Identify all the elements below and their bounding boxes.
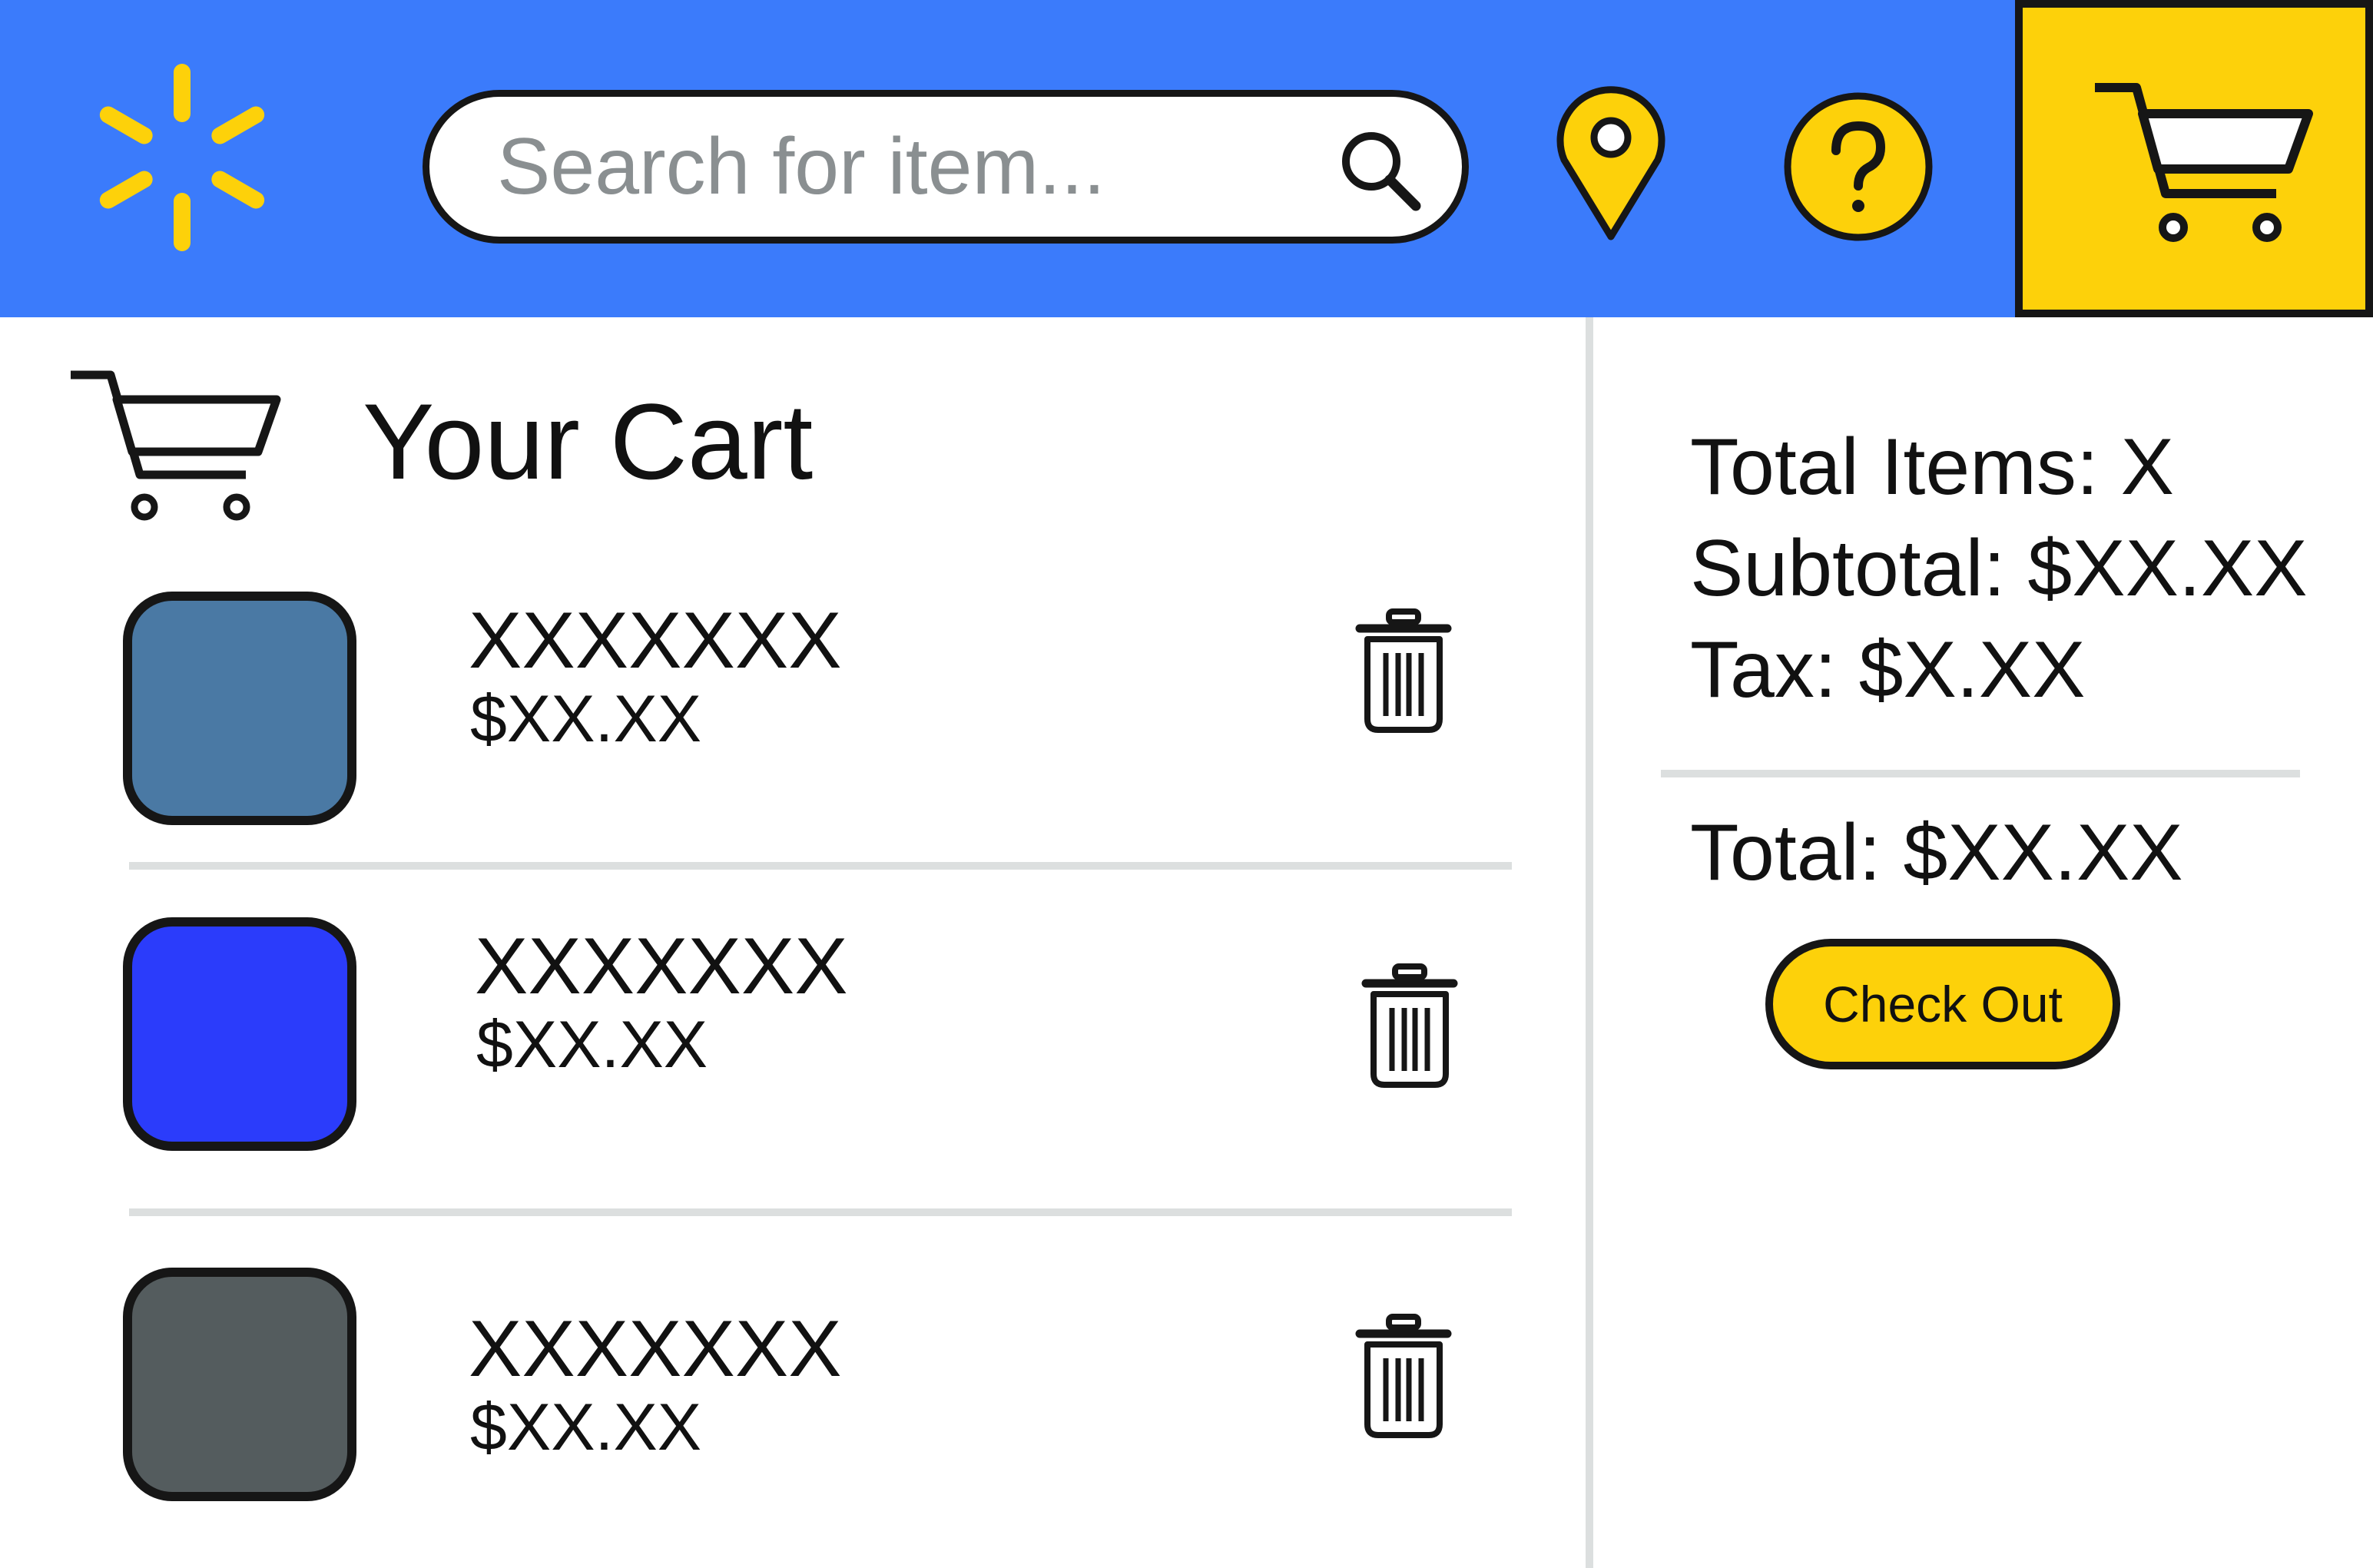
top-header: [0, 0, 2373, 317]
summary-divider: [1661, 770, 2300, 777]
cart-item: XXXXXXX $XX.XX: [0, 592, 1536, 837]
column-divider: [1586, 317, 1593, 1568]
total-text: Total: $XX.XX: [1690, 808, 2183, 897]
item-price: $XX.XX: [476, 1008, 708, 1082]
cart-item: XXXXXXX $XX.XX: [0, 1268, 1536, 1513]
search-bar: [423, 90, 1469, 244]
trash-icon[interactable]: [1354, 605, 1453, 736]
search-icon[interactable]: [1334, 124, 1425, 215]
trash-icon[interactable]: [1360, 960, 1460, 1091]
item-name[interactable]: XXXXXXX: [475, 923, 848, 1009]
item-thumbnail[interactable]: [123, 917, 356, 1151]
item-divider: [129, 862, 1512, 870]
item-name[interactable]: XXXXXXX: [469, 1306, 842, 1392]
help-icon[interactable]: [1782, 91, 1934, 243]
trash-icon[interactable]: [1354, 1311, 1453, 1441]
checkout-button[interactable]: Check Out: [1765, 939, 2120, 1069]
item-thumbnail[interactable]: [123, 1268, 356, 1501]
item-name[interactable]: XXXXXXX: [469, 598, 842, 684]
item-thumbnail[interactable]: [123, 592, 356, 825]
item-divider: [129, 1208, 1512, 1216]
cart-icon: [2095, 83, 2313, 242]
item-price: $XX.XX: [470, 1391, 702, 1464]
search-input[interactable]: [497, 117, 1265, 217]
location-pin-icon[interactable]: [1553, 86, 1669, 244]
tax-text: Tax: $X.XX: [1690, 625, 2086, 714]
cart-page: Your Cart XXXXXXX $XX.XX XXXXXXX $XX.XX: [0, 0, 2373, 1568]
total-items-text: Total Items: X: [1690, 423, 2174, 512]
cart-icon: [71, 370, 281, 521]
cart-item: XXXXXXX $XX.XX: [0, 917, 1536, 1163]
page-title: Your Cart: [363, 381, 814, 502]
header-cart-button[interactable]: [2015, 0, 2373, 317]
subtotal-text: Subtotal: $XX.XX: [1690, 524, 2308, 613]
item-price: $XX.XX: [470, 682, 702, 756]
spark-logo-icon[interactable]: [86, 54, 278, 261]
